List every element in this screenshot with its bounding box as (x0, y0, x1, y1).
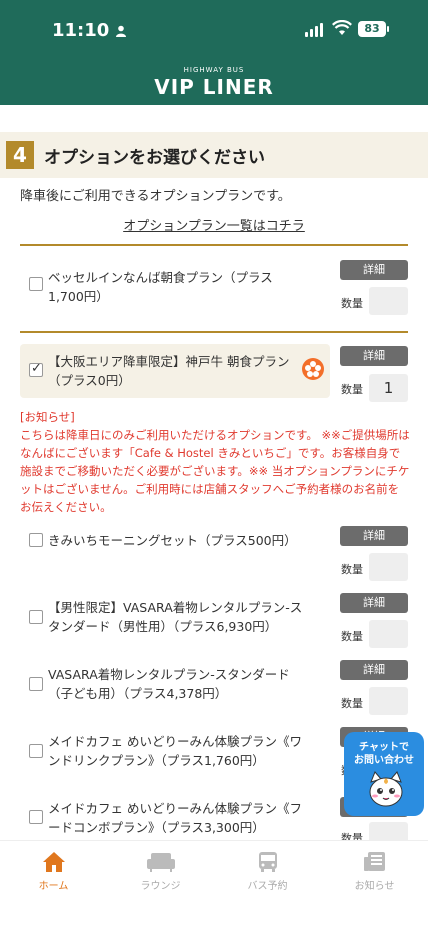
option-checkbox[interactable] (29, 677, 43, 691)
quantity-label: 数量 (341, 563, 363, 576)
notice-body: こちらは降車日にのみご利用いただけるオプションです。 ※※ご提供場所はなんばにご… (20, 428, 410, 514)
nav-label: ラウンジ (140, 881, 181, 892)
detail-button[interactable]: 詳細 (340, 526, 408, 546)
nav-home[interactable]: ホーム (0, 851, 107, 892)
person-icon (116, 25, 127, 37)
nav-news[interactable]: お知らせ (321, 851, 428, 892)
status-bar: 11:10 83 (0, 0, 428, 60)
option-checkbox[interactable] (29, 610, 43, 624)
option-label: 【大阪エリア降車限定】神戸牛 朝食プラン（プラス0円） (48, 354, 290, 388)
divider (20, 331, 408, 333)
cellular-signal-icon (305, 23, 323, 37)
news-icon (363, 852, 385, 871)
quantity-input[interactable] (369, 822, 408, 840)
option-checkbox[interactable] (29, 361, 43, 377)
sofa-icon (146, 853, 175, 872)
detail-button[interactable]: 詳細 (340, 593, 408, 613)
notice-text: [お知らせ] こちらは降車日にのみご利用いただけるオプションです。 ※※ご提供場… (20, 408, 410, 516)
bottom-navigation: ホーム ラウンジ バス予約 お知らせ (0, 840, 428, 930)
quantity-input[interactable] (369, 553, 408, 581)
quantity-input[interactable] (369, 287, 408, 315)
battery-indicator: 83 (358, 21, 389, 37)
quantity-input[interactable]: 1 (369, 374, 408, 402)
detail-button[interactable]: 詳細 (340, 346, 408, 366)
section-description: 降車後にご利用できるオプションプランです。 (20, 189, 291, 204)
quantity-input[interactable] (369, 687, 408, 715)
section-header: 4 オプションをお選びください (0, 132, 428, 178)
quantity-label: 数量 (341, 697, 363, 710)
chat-support-button[interactable]: チャットで お問い合わせ (344, 732, 424, 816)
cat-mascot-icon (369, 771, 403, 807)
option-checkbox[interactable] (29, 277, 43, 291)
quantity-label: 数量 (341, 630, 363, 643)
app-logo[interactable]: VIP LINER (0, 75, 428, 99)
option-label: 【男性限定】VASARA着物レンタルプラン-スタンダード（男性用）（プラス6,9… (48, 600, 303, 634)
step-number: 4 (6, 141, 34, 169)
section-title: オプションをお選びください (44, 147, 265, 168)
quantity-label: 数量 (341, 832, 363, 840)
bus-icon (258, 852, 277, 872)
divider (20, 244, 408, 246)
nav-label: バス予約 (247, 881, 288, 892)
nav-label: ホーム (38, 881, 69, 892)
detail-button[interactable]: 詳細 (340, 260, 408, 280)
chat-label: チャットで お問い合わせ (354, 742, 414, 766)
main-content: 4 オプションをお選びください 降車後にご利用できるオプションプランです。 オプ… (0, 105, 428, 840)
app-header: 11:10 83 HIGHWAY BUS VIP LINER (0, 0, 428, 105)
logo-subtitle: HIGHWAY BUS (183, 66, 245, 74)
flower-icon (302, 358, 324, 380)
status-time: 11:10 (52, 20, 127, 41)
wifi-icon (332, 20, 352, 35)
option-label: メイドカフェ めいどりーみん体験プラン《フードコンボプラン》（プラス3,300円… (48, 801, 302, 835)
nav-bus-reservation[interactable]: バス予約 (214, 851, 321, 892)
notice-heading: [お知らせ] (20, 410, 75, 424)
option-label: VASARA着物レンタルプラン-スタンダード（子ども用）（プラス4,378円） (48, 667, 290, 701)
quantity-input[interactable] (369, 620, 408, 648)
nav-label: お知らせ (354, 881, 395, 892)
nav-lounge[interactable]: ラウンジ (107, 851, 214, 892)
quantity-label: 数量 (341, 383, 363, 396)
option-label: メイドカフェ めいどりーみん体験プラン《ワンドリンクプラン》（プラス1,760円… (48, 734, 302, 768)
option-checkbox[interactable] (29, 744, 43, 758)
option-label: ベッセルインなんば朝食プラン（プラス1,700円） (48, 270, 273, 304)
option-list-link[interactable]: オプションプラン一覧はコチラ (0, 215, 428, 234)
quantity-label: 数量 (341, 297, 363, 310)
home-icon (42, 852, 65, 872)
option-checkbox[interactable] (29, 810, 43, 824)
detail-button[interactable]: 詳細 (340, 660, 408, 680)
option-checkbox[interactable] (29, 533, 43, 547)
option-label: きみいちモーニングセット（プラス500円） (48, 533, 297, 548)
